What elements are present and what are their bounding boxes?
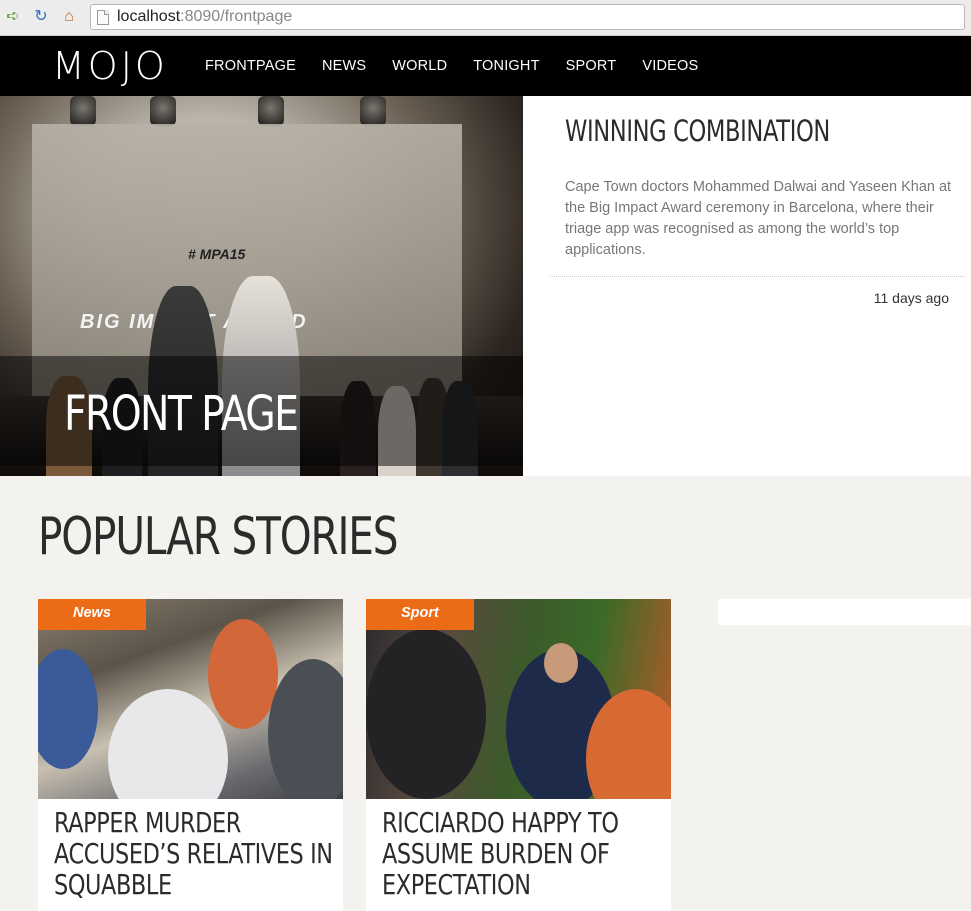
nav-world[interactable]: WORLD [379, 58, 460, 74]
stage-light [360, 96, 386, 126]
feature-headline[interactable]: WINNING COMBINATION [565, 114, 830, 148]
feature-summary: Cape Town doctors Mohammed Dalwai and Ya… [565, 179, 952, 258]
category-tag[interactable]: News [38, 599, 146, 630]
headline-line: ASSUME BURDEN OF [382, 837, 610, 870]
browser-toolbar: ➪ ↻ ⌂ localhost:8090/frontpage [0, 0, 971, 36]
image-shape [208, 619, 278, 729]
home-icon[interactable]: ⌂ [58, 6, 80, 28]
sidebar-placeholder [718, 599, 971, 625]
nav-sport[interactable]: SPORT [553, 58, 630, 74]
headline-line: SQUABBLE [54, 868, 172, 901]
reload-icon[interactable]: ↻ [30, 6, 52, 28]
stage-light [258, 96, 284, 126]
story-headline[interactable]: RAPPER MURDER ACCUSED’S RELATIVES IN SQU… [54, 806, 333, 901]
screen-hashtag: # MPA15 [188, 246, 246, 262]
story-card[interactable]: Sport RICCIARDO HAPPY TO ASSUME BURDEN O… [366, 599, 671, 911]
section-title: POPULAR STORIES [38, 507, 398, 567]
headline-line: ACCUSED’S RELATIVES IN [54, 837, 333, 870]
feature-article[interactable]: WINNING COMBINATION Cape Town doctors Mo… [523, 96, 971, 476]
image-shape [366, 629, 486, 799]
site-header: MOJO FRONTPAGE NEWS WORLD TONIGHT SPORT … [0, 36, 971, 96]
image-shape [38, 649, 98, 769]
url-path: :8090/frontpage [180, 8, 293, 25]
image-shape [108, 689, 228, 799]
nav-news[interactable]: NEWS [309, 58, 379, 74]
site-logo[interactable]: MOJO [52, 46, 168, 86]
headline-line: RAPPER MURDER [54, 806, 241, 839]
page-icon [97, 9, 109, 25]
nav-tonight[interactable]: TONIGHT [460, 58, 552, 74]
story-headline[interactable]: RICCIARDO HAPPY TO ASSUME BURDEN OF EXPE… [382, 806, 619, 901]
story-card[interactable]: News RAPPER MURDER ACCUSED’S RELATIVES I… [38, 599, 343, 911]
feature-timestamp: 11 days ago [873, 290, 949, 306]
main-nav: FRONTPAGE NEWS WORLD TONIGHT SPORT VIDEO… [192, 36, 711, 96]
nav-frontpage[interactable]: FRONTPAGE [192, 58, 309, 74]
hero-title: FRONT PAGE [64, 386, 299, 442]
back-arrow-icon[interactable]: ➪ [2, 6, 24, 28]
divider [550, 276, 965, 277]
image-shape [544, 643, 578, 683]
stage-light [150, 96, 176, 126]
hero-image[interactable]: # MPA15 BIG IMPACT AWARD FRONT PAGE [0, 96, 523, 476]
image-shape [268, 659, 343, 799]
stage-light [70, 96, 96, 126]
nav-videos[interactable]: VIDEOS [629, 58, 711, 74]
headline-line: EXPECTATION [382, 868, 531, 901]
address-bar[interactable]: localhost:8090/frontpage [90, 4, 965, 30]
category-tag[interactable]: Sport [366, 599, 474, 630]
headline-line: RICCIARDO HAPPY TO [382, 806, 619, 839]
url-host: localhost [117, 8, 181, 25]
